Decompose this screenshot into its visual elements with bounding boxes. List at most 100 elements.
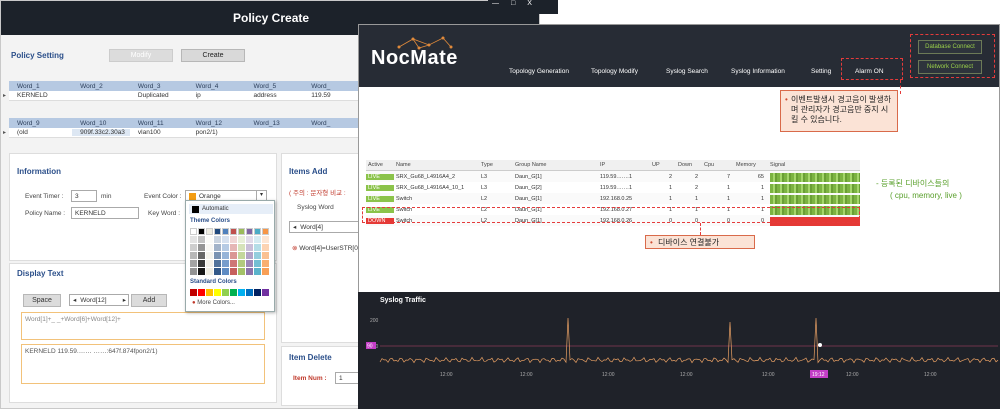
- color-swatch[interactable]: [214, 268, 221, 275]
- grid-header-cell[interactable]: Word_4: [188, 83, 246, 90]
- color-swatch[interactable]: [198, 236, 205, 243]
- table-row[interactable]: LIVE SRX_Gu68_L4916A4_2 L3 Daun_G[1] 119.59.…: [366, 171, 860, 182]
- grid-cell[interactable]: 119.59: [303, 92, 361, 99]
- grid-cell[interactable]: pon2/1): [188, 129, 246, 136]
- color-swatch[interactable]: [238, 260, 245, 267]
- color-swatch[interactable]: [230, 289, 237, 296]
- menu-setting[interactable]: Setting: [811, 68, 831, 75]
- color-swatch[interactable]: [246, 244, 253, 251]
- grid-header-cell[interactable]: Word_10: [72, 120, 130, 127]
- event-timer-input[interactable]: 3: [71, 190, 97, 202]
- color-swatch[interactable]: [222, 228, 229, 235]
- grid-header-cell[interactable]: Word_2: [72, 83, 130, 90]
- color-swatch[interactable]: [238, 236, 245, 243]
- color-swatch[interactable]: [254, 260, 261, 267]
- color-swatch[interactable]: [206, 244, 213, 251]
- color-swatch[interactable]: [254, 252, 261, 259]
- color-swatch[interactable]: [222, 268, 229, 275]
- color-swatch[interactable]: [238, 228, 245, 235]
- chevron-left-icon[interactable]: ◂: [293, 223, 296, 231]
- color-swatch[interactable]: [222, 236, 229, 243]
- color-swatch[interactable]: [190, 289, 197, 296]
- menu-topology-generation[interactable]: Topology Generation: [509, 68, 569, 75]
- color-swatch[interactable]: [254, 236, 261, 243]
- color-swatch[interactable]: [230, 244, 237, 251]
- color-swatch[interactable]: [262, 289, 269, 296]
- more-colors-option[interactable]: ● More Colors...: [192, 300, 235, 306]
- chevron-left-icon[interactable]: ◂: [73, 296, 76, 304]
- color-swatch[interactable]: [222, 289, 229, 296]
- color-swatch[interactable]: [262, 260, 269, 267]
- color-swatch[interactable]: [230, 252, 237, 259]
- grid-cell[interactable]: vlan100: [130, 129, 188, 136]
- grid-header-cell[interactable]: Word_: [303, 120, 361, 127]
- color-swatch[interactable]: [206, 260, 213, 267]
- modify-button[interactable]: Modify: [109, 49, 173, 62]
- color-swatch[interactable]: [238, 252, 245, 259]
- display-preview-box[interactable]: KERNELD 119.59.…… ……:647f.874fpon2/1): [21, 344, 265, 384]
- col-up[interactable]: UP: [650, 162, 676, 168]
- color-swatch[interactable]: [230, 228, 237, 235]
- col-ip[interactable]: IP: [598, 162, 650, 168]
- color-swatch[interactable]: [262, 252, 269, 259]
- color-swatch[interactable]: [222, 260, 229, 267]
- color-swatch[interactable]: [190, 268, 197, 275]
- grid-header-cell[interactable]: Word_: [303, 83, 361, 90]
- menu-syslog-information[interactable]: Syslog Information: [731, 68, 785, 75]
- grid-header-cell[interactable]: Word_9: [9, 120, 72, 127]
- color-swatch[interactable]: [254, 268, 261, 275]
- grid-cell[interactable]: KERNELD: [9, 92, 72, 99]
- color-swatch[interactable]: [190, 244, 197, 251]
- word-select[interactable]: ◂ Word[4]: [289, 221, 361, 233]
- grid-header-cell[interactable]: Word_3: [130, 83, 188, 90]
- col-memory[interactable]: Memory: [734, 162, 768, 168]
- color-swatch[interactable]: [206, 289, 213, 296]
- color-swatch[interactable]: [246, 252, 253, 259]
- color-swatch[interactable]: [262, 244, 269, 251]
- color-swatch[interactable]: [254, 244, 261, 251]
- color-swatch[interactable]: [214, 228, 221, 235]
- color-swatch[interactable]: [206, 228, 213, 235]
- table-row[interactable]: LIVE Switch L2 Daun_G[1] 192.168.0.25 1 1 1 1: [366, 193, 860, 204]
- color-swatch[interactable]: [206, 252, 213, 259]
- color-swatch[interactable]: [238, 268, 245, 275]
- color-swatch[interactable]: [262, 268, 269, 275]
- table-row[interactable]: LIVE SRX_Gu68_L4916A4_10_1 L3 Daun_G[2] 119.…: [366, 182, 860, 193]
- col-signal[interactable]: Signal: [768, 162, 860, 168]
- color-swatch[interactable]: [198, 244, 205, 251]
- grid-cell[interactable]: (old: [9, 129, 72, 136]
- grid-cell[interactable]: 909f.33c2.30a3: [72, 129, 130, 136]
- col-name[interactable]: Name: [394, 162, 479, 168]
- color-swatch[interactable]: [214, 244, 221, 251]
- col-down[interactable]: Down: [676, 162, 702, 168]
- color-swatch[interactable]: [246, 289, 253, 296]
- color-swatch[interactable]: [214, 260, 221, 267]
- col-active[interactable]: Active: [366, 162, 394, 168]
- color-swatch[interactable]: [190, 236, 197, 243]
- color-swatch[interactable]: [190, 252, 197, 259]
- color-swatch[interactable]: [214, 252, 221, 259]
- space-button[interactable]: Space: [23, 294, 61, 307]
- col-type[interactable]: Type: [479, 162, 513, 168]
- add-button[interactable]: Add: [131, 294, 167, 307]
- color-swatch[interactable]: [246, 236, 253, 243]
- color-swatch[interactable]: [206, 268, 213, 275]
- grid-header-cell[interactable]: Word_12: [188, 120, 246, 127]
- automatic-color-option[interactable]: Automatic: [189, 204, 273, 214]
- color-swatch[interactable]: [254, 289, 261, 296]
- color-swatch[interactable]: [206, 236, 213, 243]
- maximize-icon[interactable]: □: [511, 0, 515, 14]
- grid-header-cell[interactable]: Word_13: [245, 120, 303, 127]
- color-swatch[interactable]: [262, 236, 269, 243]
- grid-header-cell[interactable]: Word_5: [245, 83, 303, 90]
- color-swatch[interactable]: [246, 260, 253, 267]
- color-swatch[interactable]: [230, 260, 237, 267]
- color-swatch[interactable]: [198, 260, 205, 267]
- color-swatch[interactable]: [230, 236, 237, 243]
- display-formula-box[interactable]: Word[1]+_ _+Word[6]+Word[12]+: [21, 312, 265, 340]
- minimize-icon[interactable]: —: [492, 0, 499, 14]
- menu-syslog-search[interactable]: Syslog Search: [666, 68, 708, 75]
- grid-cell[interactable]: Duplicated: [130, 92, 188, 99]
- menu-topology-modify[interactable]: Topology Modify: [591, 68, 638, 75]
- grid-cell[interactable]: ip: [188, 92, 246, 99]
